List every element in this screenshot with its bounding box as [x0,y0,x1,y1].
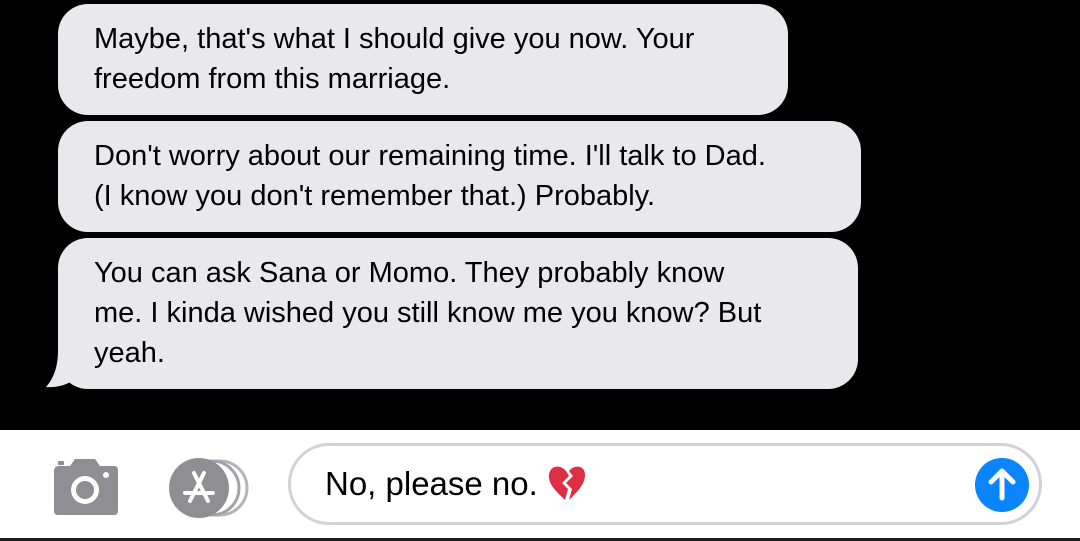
app-store-button[interactable] [166,457,252,519]
camera-icon [54,459,118,515]
received-message-bubble[interactable]: You can ask Sana or Momo. They probably … [58,238,858,389]
message-input-value: No, please no. [325,465,538,502]
arrow-up-icon [988,468,1016,501]
broken-heart-emoji [548,466,585,500]
received-message-bubble[interactable]: Don't worry about our remaining time. I'… [58,121,861,232]
message-input-text[interactable]: No, please no. [325,464,586,504]
camera-button[interactable] [50,457,120,517]
send-button[interactable] [975,458,1029,512]
app-store-icon [169,458,249,518]
received-message-bubble[interactable]: Maybe, that's what I should give you now… [58,4,788,115]
message-input-bar: No, please no. [0,430,1080,541]
message-thread: Maybe, that's what I should give you now… [0,0,1080,430]
message-input-field[interactable]: No, please no. [288,443,1042,525]
